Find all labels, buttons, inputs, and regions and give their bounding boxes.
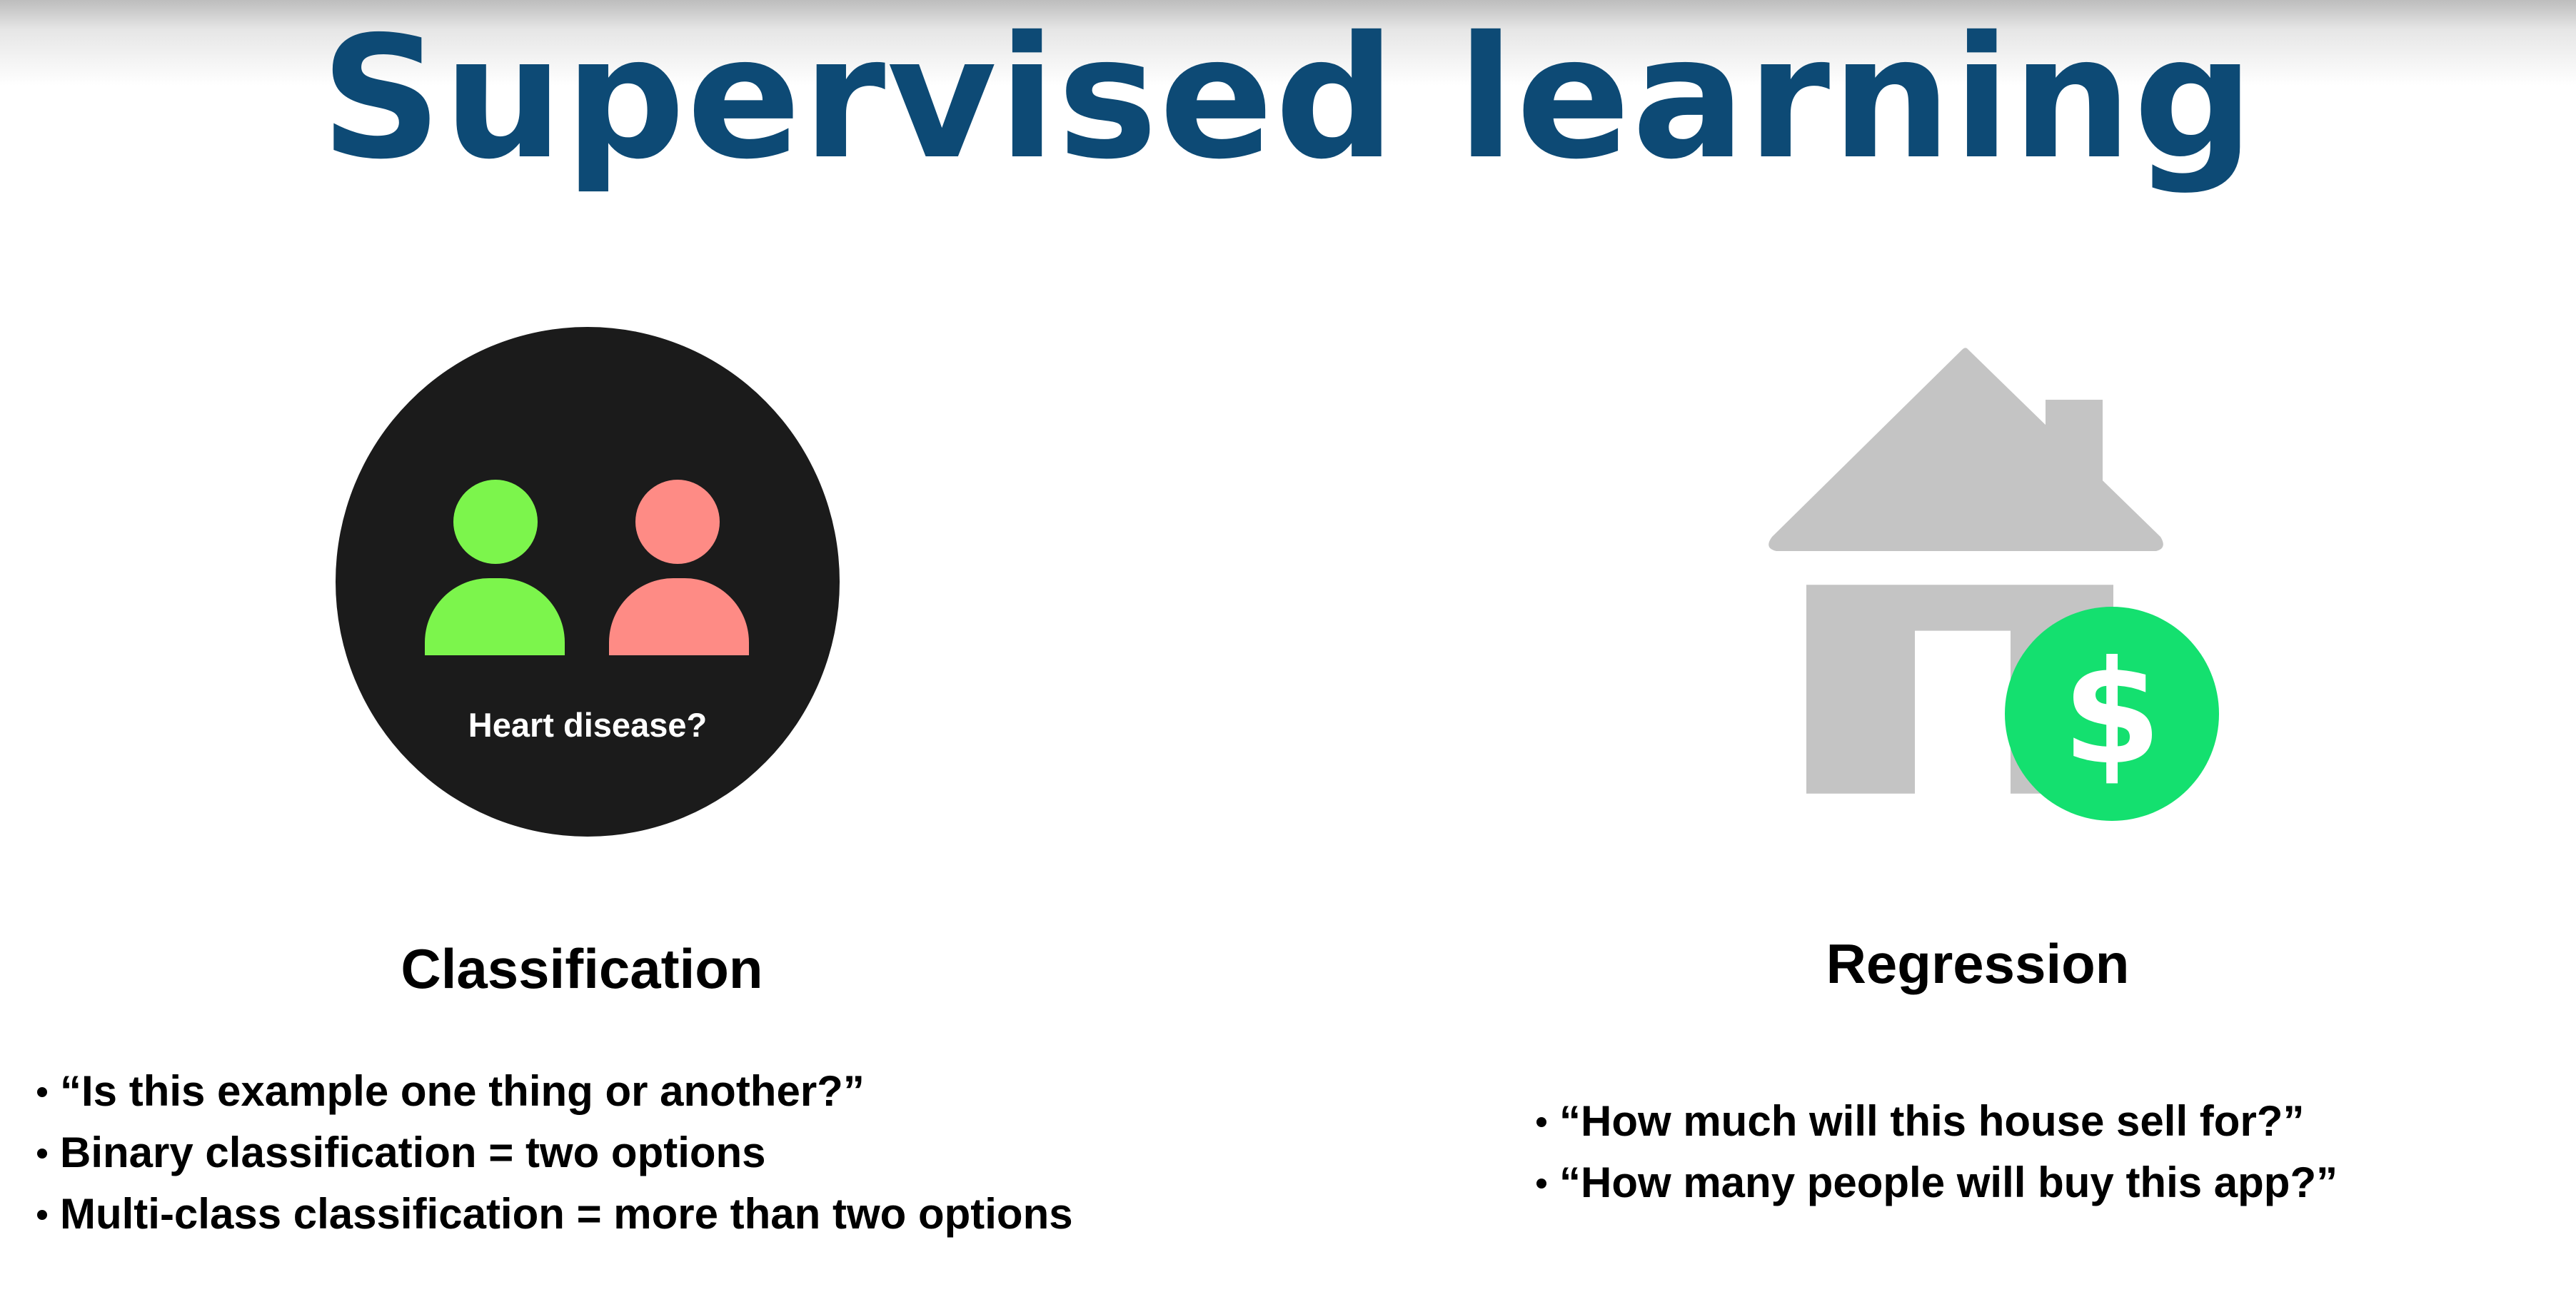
house-roof xyxy=(1769,348,2163,551)
list-item: Binary classification = two options xyxy=(34,1122,1073,1184)
illustration-caption: Heart disease? xyxy=(468,706,708,744)
person-head xyxy=(453,480,538,564)
regression-heading: Regression xyxy=(1826,932,2130,995)
list-item: Multi-class classification = more than t… xyxy=(34,1184,1073,1245)
dollar-icon: $ xyxy=(2005,607,2219,821)
person-head xyxy=(635,480,720,564)
list-item: “Is this example one thing or another?” xyxy=(34,1061,1073,1122)
list-item: “How many people will buy this app?” xyxy=(1534,1152,2338,1213)
person-body xyxy=(609,578,749,655)
heart-disease-illustration: Heart disease? xyxy=(336,327,840,837)
person-body xyxy=(425,578,565,655)
slide-title: Supervised learning xyxy=(320,0,2256,196)
regression-bullet-list: “How much will this house sell for?” “Ho… xyxy=(1534,1091,2338,1213)
classification-heading: Classification xyxy=(401,937,763,1000)
list-item: “How much will this house sell for?” xyxy=(1534,1091,2338,1152)
classification-bullet-list: “Is this example one thing or another?” … xyxy=(34,1061,1073,1245)
